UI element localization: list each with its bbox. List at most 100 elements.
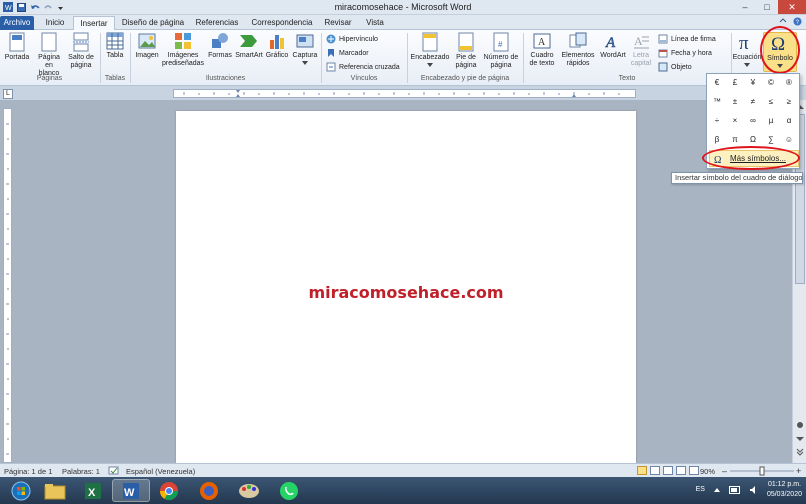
tab-archivo[interactable]: Archivo bbox=[0, 16, 34, 30]
tab-inicio[interactable]: Inicio bbox=[40, 16, 70, 30]
pie-pagina-button[interactable]: Pie de página bbox=[452, 32, 480, 70]
status-words[interactable]: Palabras: 1 bbox=[62, 467, 100, 476]
hipervinculo-button[interactable]: Hipervínculo bbox=[326, 34, 378, 44]
symbol-cell[interactable]: ™ bbox=[708, 93, 726, 111]
symbol-cell[interactable]: µ bbox=[762, 112, 780, 130]
ruler-toggle-icon[interactable] bbox=[794, 420, 806, 430]
numero-pagina-button[interactable]: # Número de página bbox=[481, 32, 521, 70]
symbol-cell[interactable]: α bbox=[780, 112, 798, 130]
picture-icon bbox=[138, 33, 156, 49]
objeto-button[interactable]: Objeto bbox=[658, 62, 692, 72]
smartart-button[interactable]: SmartArt bbox=[234, 32, 264, 60]
cuadro-texto-button[interactable]: A Cuadro de texto bbox=[526, 32, 558, 68]
tab-diseno-pagina[interactable]: Diseño de página bbox=[120, 16, 186, 30]
tab-referencias[interactable]: Referencias bbox=[193, 16, 241, 30]
ecuacion-button[interactable]: π Ecuación bbox=[732, 32, 762, 70]
quick-parts-icon bbox=[569, 32, 587, 48]
tab-insertar[interactable]: Insertar bbox=[73, 16, 115, 30]
taskbar-whatsapp[interactable] bbox=[270, 479, 308, 502]
linea-firma-button[interactable]: Línea de firma bbox=[658, 34, 716, 44]
shapes-icon bbox=[212, 33, 228, 48]
symbol-cell[interactable]: € bbox=[708, 74, 726, 92]
taskbar-paint[interactable] bbox=[230, 479, 268, 502]
imagenes-label-2: prediseñadas bbox=[161, 60, 205, 67]
symbol-cell[interactable]: ® bbox=[780, 74, 798, 92]
tray-language[interactable]: ES bbox=[696, 485, 705, 495]
tab-vista[interactable]: Vista bbox=[362, 16, 388, 30]
zoom-level[interactable]: 90% bbox=[700, 467, 715, 476]
web-layout-icon[interactable] bbox=[663, 466, 673, 475]
status-bar: Página: 1 de 1 Palabras: 1 Español (Vene… bbox=[0, 463, 806, 477]
symbol-cell[interactable]: ≥ bbox=[780, 93, 798, 111]
minimize-button[interactable]: – bbox=[734, 0, 756, 14]
salto-pagina-button[interactable]: Salto de página bbox=[66, 32, 96, 70]
captura-button[interactable]: Captura bbox=[290, 32, 320, 68]
browse-object-icon[interactable] bbox=[794, 446, 806, 456]
fecha-hora-label: Fecha y hora bbox=[671, 49, 712, 57]
volume-icon[interactable] bbox=[749, 486, 759, 494]
full-screen-icon[interactable] bbox=[650, 466, 660, 475]
draft-icon[interactable] bbox=[689, 466, 699, 475]
group-label-vinculos: Vínculos bbox=[350, 75, 378, 82]
pagina-en-blanco-button[interactable]: Página en blanco bbox=[34, 32, 64, 78]
grafico-label: Gráfico bbox=[265, 52, 289, 59]
status-page[interactable]: Página: 1 de 1 bbox=[4, 467, 52, 476]
tab-selector-button[interactable]: L bbox=[3, 89, 13, 99]
symbol-cell[interactable]: £ bbox=[726, 74, 744, 92]
minimize-ribbon-icon[interactable] bbox=[779, 17, 787, 25]
symbol-cell[interactable]: ≤ bbox=[762, 93, 780, 111]
encabezado-button[interactable]: Encabezado bbox=[409, 32, 451, 70]
imagen-button[interactable]: Imagen bbox=[133, 32, 161, 60]
taskbar-firefox[interactable] bbox=[190, 479, 228, 502]
fecha-hora-button[interactable]: Fecha y hora bbox=[658, 48, 712, 58]
horizontal-ruler[interactable] bbox=[173, 89, 636, 98]
taskbar-excel[interactable]: X bbox=[74, 479, 112, 502]
tray-arrow-icon[interactable] bbox=[713, 486, 721, 494]
tab-correspondencia[interactable]: Correspondencia bbox=[249, 16, 315, 30]
symbol-cell[interactable]: ≠ bbox=[744, 93, 762, 111]
system-tray: ES 01:12 p.m. 05/03/2020 bbox=[696, 480, 802, 500]
formas-button[interactable]: Formas bbox=[206, 32, 234, 60]
tooltip: Insertar símbolo del cuadro de diálogo bbox=[671, 172, 803, 184]
help-icon[interactable]: ? bbox=[793, 17, 802, 26]
svg-text:#: # bbox=[498, 40, 503, 49]
taskbar-explorer[interactable] bbox=[36, 479, 74, 502]
outline-icon[interactable] bbox=[676, 466, 686, 475]
start-button[interactable] bbox=[2, 479, 40, 502]
symbol-cell[interactable]: β bbox=[708, 131, 726, 149]
grafico-button[interactable]: Gráfico bbox=[264, 32, 290, 60]
status-language[interactable]: Español (Venezuela) bbox=[126, 467, 195, 476]
word-icon: W bbox=[123, 482, 139, 499]
group-label-ilustraciones: Ilustraciones bbox=[205, 75, 246, 82]
symbol-cell[interactable]: ∞ bbox=[744, 112, 762, 130]
marcador-button[interactable]: Marcador bbox=[326, 48, 369, 58]
vertical-ruler[interactable] bbox=[3, 108, 12, 463]
portada-button[interactable]: Portada bbox=[3, 32, 31, 62]
spelling-check-icon[interactable] bbox=[108, 466, 120, 476]
symbol-cell[interactable]: © bbox=[762, 74, 780, 92]
pie-label-2: página bbox=[455, 62, 477, 69]
symbol-cell[interactable]: ☺ bbox=[780, 131, 798, 149]
print-layout-icon[interactable] bbox=[637, 466, 647, 475]
letra-capital-button[interactable]: A Letra capital bbox=[628, 32, 654, 68]
tab-revisar[interactable]: Revisar bbox=[322, 16, 354, 30]
scroll-down-icon[interactable] bbox=[794, 434, 806, 444]
imagenes-prediseñadas-button[interactable]: Imágenes prediseñadas bbox=[161, 32, 205, 68]
taskbar-word[interactable]: W bbox=[112, 479, 150, 502]
document-page[interactable]: miracomosehace.com bbox=[176, 111, 636, 463]
tabla-button[interactable]: Tabla bbox=[103, 32, 127, 60]
symbol-cell[interactable]: × bbox=[726, 112, 744, 130]
wordart-button[interactable]: A WordArt bbox=[598, 32, 628, 60]
pi-icon: π bbox=[739, 33, 749, 52]
clock[interactable]: 01:12 p.m. 05/03/2020 bbox=[767, 480, 802, 500]
symbol-cell[interactable]: ÷ bbox=[708, 112, 726, 130]
battery-icon[interactable] bbox=[728, 486, 741, 494]
close-button[interactable]: ✕ bbox=[778, 0, 806, 14]
symbol-cell[interactable]: ¥ bbox=[744, 74, 762, 92]
referencia-cruzada-button[interactable]: Referencia cruzada bbox=[326, 62, 400, 72]
maximize-button[interactable]: □ bbox=[756, 0, 778, 14]
symbol-cell[interactable]: ± bbox=[726, 93, 744, 111]
taskbar-chrome[interactable] bbox=[150, 479, 188, 502]
elementos-rapidos-button[interactable]: Elementos rápidos bbox=[559, 32, 597, 68]
zoom-slider[interactable]: – + bbox=[722, 466, 802, 476]
